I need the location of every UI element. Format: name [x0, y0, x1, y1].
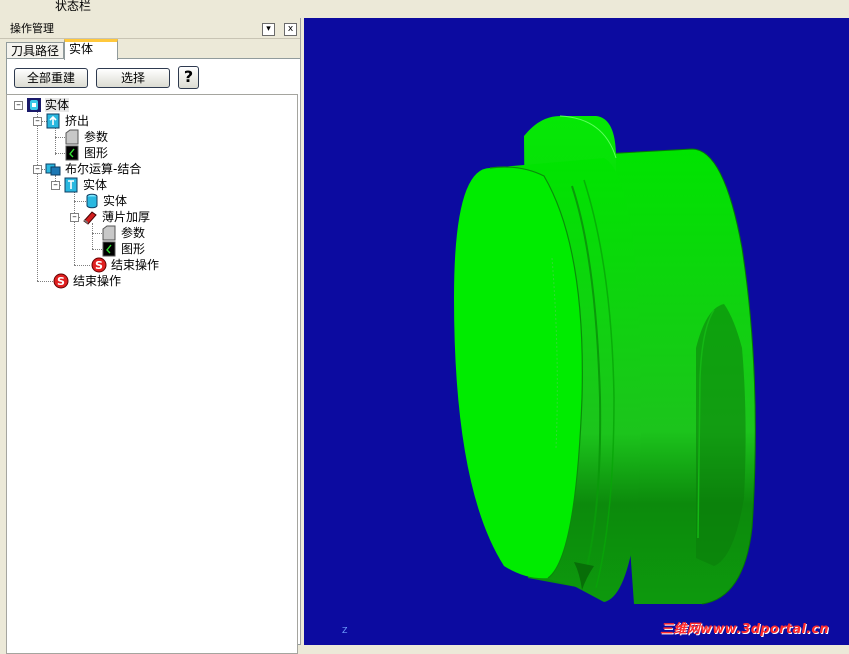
geometry-icon — [102, 241, 116, 257]
collapse-toggle[interactable]: – — [70, 213, 79, 222]
tree-item-extrude[interactable]: 挤出 — [65, 114, 89, 128]
solid-model[interactable] — [304, 18, 849, 645]
parameters-folder-icon — [65, 129, 79, 145]
tree-item-boolean-add[interactable]: 布尔运算-结合 — [65, 162, 141, 176]
svg-text:S: S — [95, 259, 103, 272]
panel-tabs: 刀具路径 实体 — [0, 39, 304, 60]
tree-item-boolean-solid[interactable]: 实体 — [83, 178, 107, 192]
tree-item-thicken-geometry[interactable]: 图形 — [121, 242, 145, 256]
boolean-add-icon — [45, 163, 61, 176]
collapse-toggle[interactable]: – — [33, 165, 42, 174]
graphics-viewport[interactable]: Z 三维网www.3dportal.cn — [304, 18, 849, 645]
tree-item-thicken[interactable]: 薄片加厚 — [102, 210, 150, 224]
operations-tree[interactable]: – 实体 – 挤出 参数 图形 – 布尔运算-结合 – 实体 实体 – 薄片加厚… — [6, 94, 298, 654]
extrude-icon — [46, 113, 60, 129]
tree-item-boolean-stop-op[interactable]: 结束操作 — [111, 258, 159, 272]
collapse-toggle[interactable]: – — [33, 117, 42, 126]
solid-icon — [64, 177, 78, 193]
help-icon: ? — [183, 67, 194, 86]
close-button[interactable]: x — [284, 23, 297, 36]
thicken-icon — [83, 211, 97, 225]
help-button[interactable]: ? — [178, 66, 199, 89]
tab-toolpaths[interactable]: 刀具路径 — [6, 42, 65, 59]
status-bar-menu[interactable]: 状态栏 — [55, 0, 91, 13]
tree-item-solid[interactable]: 实体 — [103, 194, 127, 208]
geometry-icon — [65, 145, 79, 161]
solids-root-icon — [27, 98, 41, 112]
menubar: 状态栏 — [0, 0, 849, 18]
parameters-folder-icon — [102, 225, 116, 241]
collapse-toggle[interactable]: – — [14, 101, 23, 110]
tree-item-extrude-parameters[interactable]: 参数 — [84, 130, 108, 144]
tree-item-solids-root[interactable]: 实体 — [45, 98, 70, 112]
tree-item-root-stop-op[interactable]: 结束操作 — [73, 274, 121, 288]
collapse-toggle[interactable]: – — [51, 181, 60, 190]
operations-manager-panel: 操作管理 ▾ x 刀具路径 实体 全部重建 选择 ? – 实体 – 挤出 参数 … — [0, 18, 304, 654]
stop-op-icon: S — [91, 257, 107, 273]
tree-item-thicken-parameters[interactable]: 参数 — [121, 226, 145, 240]
pin-dropdown-button[interactable]: ▾ — [262, 23, 275, 36]
svg-text:S: S — [57, 275, 65, 288]
panel-title: 操作管理 — [10, 22, 54, 35]
tab-solids[interactable]: 实体 — [64, 39, 118, 60]
regenerate-all-button[interactable]: 全部重建 — [14, 68, 88, 88]
tree-item-extrude-geometry[interactable]: 图形 — [84, 146, 108, 160]
panel-title-bar: 操作管理 ▾ x — [0, 20, 304, 39]
solid-icon — [86, 193, 98, 209]
axis-indicator: Z — [342, 626, 348, 635]
watermark: 三维网www.3dportal.cn — [660, 622, 829, 637]
stop-op-icon: S — [53, 273, 69, 289]
select-button[interactable]: 选择 — [96, 68, 170, 88]
